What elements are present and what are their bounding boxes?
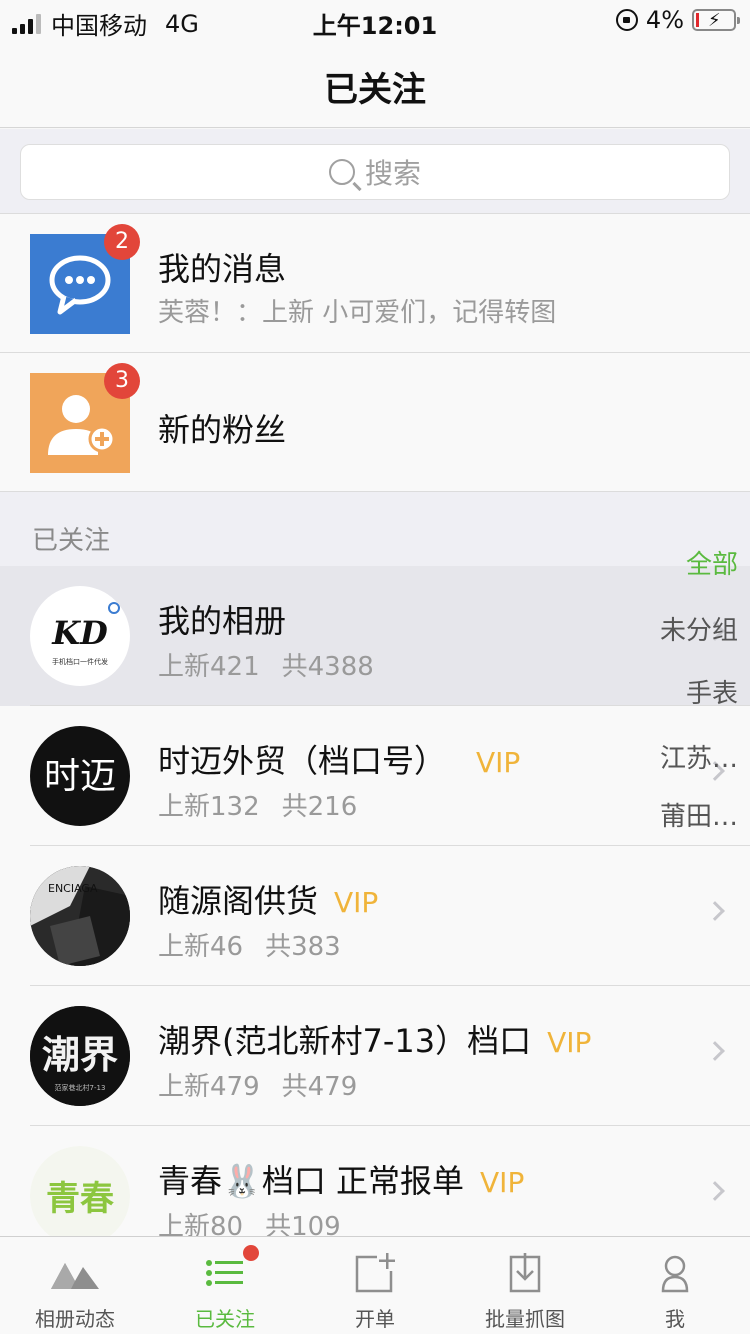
section-title: 已关注 <box>32 526 111 556</box>
album-stats: 上新46 共383 <box>158 932 341 962</box>
chevron-right-icon <box>705 1181 725 1201</box>
list-item[interactable]: 潮界 范家巷北村7-13 潮界(范北新村7-13）档口 VIP 上新479 共479 <box>0 986 750 1126</box>
my-messages-row[interactable]: 2 我的消息 芙蓉！：上新 小可爱们，记得转图 <box>0 214 750 353</box>
tab-label: 批量抓图 <box>485 1307 565 1331</box>
group-jiangsu[interactable]: 江苏… <box>660 738 738 775</box>
unread-badge: 2 <box>104 224 140 260</box>
avatar: 青春 <box>30 1146 130 1246</box>
notification-dot <box>243 1245 259 1261</box>
status-bar: 中国移动 4G 上午12:01 4% ⚡ <box>0 0 750 40</box>
tab-batch-grab[interactable]: 批量抓图 <box>450 1237 600 1334</box>
album-name: 青春🐰档口 正常报单 VIP <box>158 1162 525 1200</box>
tab-bar: 相册动态 已关注 开单 批量抓图 我 <box>0 1236 750 1334</box>
avatar-text: 时迈 <box>44 756 116 797</box>
tab-label: 相册动态 <box>35 1307 115 1331</box>
vip-badge: VIP <box>476 746 521 779</box>
tab-new-order[interactable]: 开单 <box>300 1237 450 1334</box>
group-putian[interactable]: 莆田… <box>660 796 738 833</box>
group-ungrouped[interactable]: 未分组 <box>660 610 738 647</box>
tab-followed[interactable]: 已关注 <box>150 1237 300 1334</box>
group-watches[interactable]: 手表 <box>686 673 738 710</box>
list-item[interactable]: KD 手机档口一件代发 我的相册 上新421 共4388 <box>0 566 750 706</box>
album-name: 潮界(范北新村7-13）档口 VIP <box>158 1022 592 1060</box>
album-name: 时迈外贸（档口号） VIP <box>158 742 521 780</box>
new-fans-row[interactable]: 3 新的粉丝 <box>0 353 750 492</box>
group-all[interactable]: 全部 <box>686 544 738 581</box>
album-name: 我的相册 <box>158 602 287 640</box>
list-item[interactable]: ENCIAGA 随源阁供货 VIP 上新46 共383 <box>0 846 750 986</box>
album-stats: 上新479 共479 <box>158 1072 358 1102</box>
orientation-lock-icon <box>615 9 638 31</box>
avatar-text: 青春 <box>46 1179 114 1219</box>
avatar-subtext: 范家巷北村7-13 <box>55 1083 106 1092</box>
new-fans-badge: 3 <box>104 363 140 399</box>
avatar-text: ENCIAGA <box>48 882 98 895</box>
row-title: 新的粉丝 <box>158 411 287 449</box>
search-placeholder: 搜索 <box>364 157 421 190</box>
chevron-right-icon <box>705 901 725 921</box>
avatar-text: 潮界 <box>42 1033 118 1077</box>
vip-badge: VIP <box>334 886 379 919</box>
avatar: ENCIAGA <box>30 866 130 966</box>
download-icon <box>501 1253 549 1293</box>
album-stats: 上新132 共216 <box>158 792 358 822</box>
row-subtitle: 芙蓉！：上新 小可爱们，记得转图 <box>158 298 557 328</box>
list-icon <box>201 1245 259 1293</box>
tab-me[interactable]: 我 <box>600 1237 750 1334</box>
tab-label: 开单 <box>355 1307 395 1331</box>
list-item[interactable]: 时迈 时迈外贸（档口号） VIP 上新132 共216 <box>0 706 750 846</box>
avatar: KD 手机档口一件代发 <box>30 586 130 686</box>
search-icon <box>328 159 355 185</box>
search-input[interactable]: 搜索 <box>20 144 730 200</box>
mountains-icon <box>51 1253 99 1293</box>
battery-icon: ⚡ <box>692 9 740 31</box>
row-title: 我的消息 <box>158 250 287 288</box>
search-bar: 搜索 <box>0 129 750 214</box>
battery-percent: 4% <box>645 6 684 34</box>
vip-badge: VIP <box>547 1026 592 1059</box>
nav-bar: 已关注 <box>0 40 750 128</box>
person-icon <box>651 1253 699 1293</box>
avatar: 时迈 <box>30 726 130 826</box>
album-name: 随源阁供货 VIP <box>158 882 379 920</box>
chevron-right-icon <box>705 1041 725 1061</box>
tab-album-feed[interactable]: 相册动态 <box>0 1237 150 1334</box>
page-title: 已关注 <box>324 70 426 110</box>
vip-badge: VIP <box>480 1166 525 1199</box>
avatar-subtext: 手机档口一件代发 <box>52 657 108 666</box>
tab-label: 已关注 <box>195 1307 255 1331</box>
avatar: 潮界 范家巷北村7-13 <box>30 1006 130 1106</box>
tab-label: 我 <box>665 1307 685 1331</box>
new-order-icon <box>351 1253 399 1293</box>
album-stats: 上新421 共4388 <box>158 652 374 682</box>
avatar-text: KD <box>51 614 108 652</box>
